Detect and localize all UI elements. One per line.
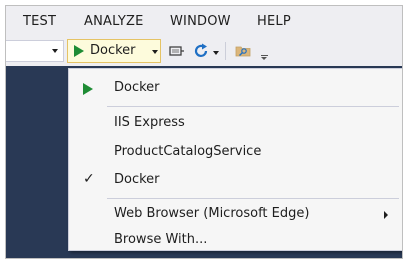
dropdown-separator (107, 198, 399, 199)
chevron-right-icon (384, 211, 388, 219)
dropdown-item-label: Docker (114, 172, 160, 187)
dropdown-item-label: Web Browser (Microsoft Edge) (114, 206, 310, 221)
dropdown-item-browse-with[interactable]: Browse With... (69, 227, 402, 255)
dropdown-item-iis-express[interactable]: IIS Express (69, 110, 402, 138)
visual-studio-window: TEST ANALYZE WINDOW HELP Docker Docker I… (5, 5, 403, 259)
menu-window[interactable]: WINDOW (170, 14, 231, 29)
overflow-icon[interactable] (260, 44, 270, 60)
dropdown-item-docker-profile[interactable]: ✓ Docker (69, 167, 402, 195)
dropdown-separator (107, 106, 399, 107)
play-icon (74, 45, 84, 57)
standard-toolbar: Docker (6, 38, 402, 66)
overflow-bar (261, 55, 268, 56)
dropdown-item-label: Browse With... (114, 232, 208, 247)
dropdown-item-label: Docker (114, 80, 160, 95)
chevron-down-icon (52, 49, 58, 53)
dropdown-item-web-browser[interactable]: Web Browser (Microsoft Edge) (69, 201, 402, 229)
menu-analyze[interactable]: ANALYZE (84, 14, 144, 29)
dropdown-item-docker-start[interactable]: Docker (69, 75, 402, 103)
start-debugging-dropdown: Docker IIS Express ProductCatalogService… (68, 68, 402, 251)
browser-link-icon[interactable] (168, 42, 186, 60)
play-icon (83, 83, 93, 95)
checkmark-icon: ✓ (83, 171, 95, 187)
dropdown-item-label: IIS Express (114, 115, 185, 130)
menu-test[interactable]: TEST (23, 14, 56, 29)
chevron-down-icon (261, 57, 267, 60)
refresh-icon[interactable] (192, 42, 210, 60)
menu-bar: TEST ANALYZE WINDOW HELP (6, 6, 402, 38)
start-debugging-button[interactable]: Docker (67, 39, 161, 63)
find-in-files-icon[interactable] (234, 42, 252, 60)
solution-configuration-combo[interactable] (6, 40, 64, 62)
chevron-down-icon (152, 50, 158, 54)
chevron-down-icon[interactable] (213, 51, 219, 55)
toolbar-separator (225, 42, 226, 60)
menu-help[interactable]: HELP (257, 14, 291, 29)
dropdown-item-label: ProductCatalogService (114, 144, 262, 159)
dropdown-item-productcatalogservice[interactable]: ProductCatalogService (69, 139, 402, 167)
start-debugging-label: Docker (90, 43, 136, 58)
